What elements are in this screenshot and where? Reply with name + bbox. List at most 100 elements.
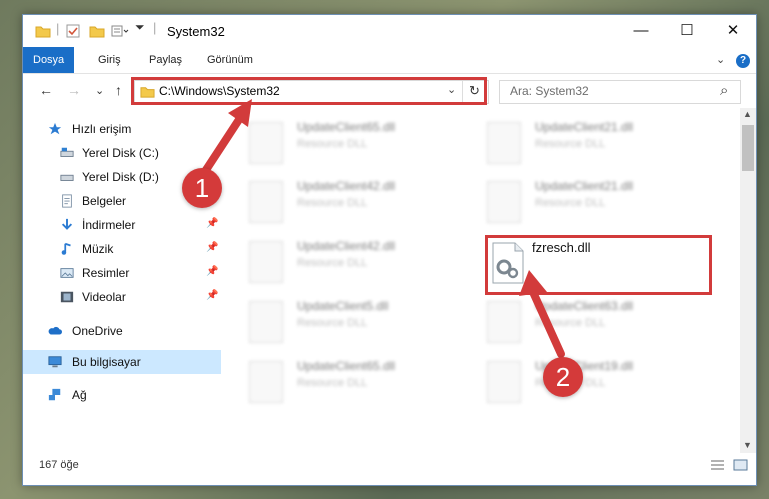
search-icon: ⌕: [720, 82, 729, 99]
cloud-icon: [48, 326, 62, 335]
up-button[interactable]: ↑: [115, 82, 122, 98]
pin-icon[interactable]: 📌: [206, 266, 218, 277]
dll-file-icon: [249, 361, 283, 403]
list-item[interactable]: UpdateClient21.dll Resource DLL: [481, 175, 701, 227]
file-name: UpdateClient21.dll: [535, 179, 634, 193]
file-type: Resource DLL: [535, 197, 606, 209]
network-icon: [48, 388, 61, 401]
close-button[interactable]: ✕: [710, 15, 756, 47]
sidebar-label: Müzik: [82, 242, 114, 256]
details-view-icon[interactable]: [710, 459, 725, 471]
callout-one: 1: [182, 168, 222, 208]
scroll-up-icon[interactable]: ▲: [743, 109, 752, 119]
search-placeholder: Ara: System32: [510, 84, 589, 98]
maximize-button[interactable]: ☐: [664, 15, 710, 47]
large-icons-view-icon[interactable]: [733, 459, 748, 471]
tab-share[interactable]: Paylaş: [147, 47, 184, 73]
pin-icon[interactable]: 📌: [206, 290, 218, 301]
music-icon: [61, 242, 71, 255]
sidebar-item-pictures[interactable]: Resimler 📌: [23, 261, 221, 285]
sidebar-label: Belgeler: [82, 194, 127, 208]
drive-icon: [60, 174, 74, 181]
file-name: UpdateClient65.dll: [297, 120, 396, 134]
list-item[interactable]: UpdateClient21.dll Resource DLL: [481, 116, 701, 168]
dll-file-icon: [249, 301, 283, 343]
scroll-down-icon[interactable]: ▼: [743, 440, 752, 450]
folder-icon: [35, 26, 51, 38]
sidebar-item-music[interactable]: Müzik 📌: [23, 237, 221, 261]
sidebar-item-videos[interactable]: Videolar 📌: [23, 285, 221, 309]
list-item[interactable]: UpdateClient42.dll Resource DLL: [243, 175, 463, 227]
minimize-button[interactable]: —: [618, 15, 664, 47]
sidebar-label: Hızlı erişim: [72, 122, 132, 136]
tab-view[interactable]: Görünüm: [205, 47, 255, 73]
ribbon-expand-icon[interactable]: ⌄: [716, 53, 725, 66]
search-box[interactable]: Ara: System32 ⌕: [499, 80, 741, 104]
sidebar-label: Bu bilgisayar: [72, 355, 141, 369]
file-name: UpdateClient5.dll: [297, 299, 389, 313]
download-icon: [61, 218, 73, 230]
file-name: UpdateClient42.dll: [297, 239, 396, 253]
file-type: Resource DLL: [297, 138, 368, 150]
title-bar: | ⏷ | System32 — ☐ ✕: [23, 15, 756, 47]
documents-icon: [62, 194, 72, 208]
qa-dropdown-icon[interactable]: ⏷: [135, 20, 145, 36]
list-item[interactable]: UpdateClient65.dll Resource DLL: [243, 355, 463, 407]
window-title: System32: [167, 24, 225, 39]
list-item[interactable]: UpdateClient5.dll Resource DLL: [243, 295, 463, 347]
dll-file-icon: [249, 241, 283, 283]
back-button[interactable]: ←: [39, 82, 53, 98]
file-type: Resource DLL: [297, 197, 368, 209]
sidebar-label: Ağ: [72, 388, 87, 402]
dll-file-icon: [249, 181, 283, 223]
vertical-scrollbar[interactable]: ▲ ▼: [740, 108, 756, 453]
sidebar-label: Videolar: [82, 290, 126, 304]
pin-icon[interactable]: 📌: [206, 218, 218, 229]
address-bar-highlight: [131, 77, 487, 105]
file-name: UpdateClient65.dll: [297, 359, 396, 373]
drive-icon: [60, 147, 74, 157]
sidebar-label: İndirmeler: [82, 218, 136, 232]
properties-icon[interactable]: [65, 23, 81, 39]
file-type: Resource DLL: [297, 257, 368, 269]
file-type: Resource DLL: [297, 377, 368, 389]
item-count: 167 öğe: [39, 459, 79, 471]
computer-icon: [48, 356, 62, 368]
sidebar-item-downloads[interactable]: İndirmeler 📌: [23, 213, 221, 237]
list-item[interactable]: UpdateClient19.dll Resource DLL: [481, 355, 701, 407]
arrow-icon: [519, 270, 565, 358]
star-icon: [48, 122, 62, 135]
dll-file-icon: [487, 181, 521, 223]
customize-icon[interactable]: [111, 23, 129, 39]
list-item[interactable]: UpdateClient63.dll Resource DLL: [481, 295, 701, 347]
separator: |: [153, 20, 157, 35]
sidebar-item-network[interactable]: Ağ: [23, 383, 221, 407]
sidebar-item-onedrive[interactable]: OneDrive: [23, 319, 221, 343]
recent-locations-button[interactable]: ⌄: [95, 84, 104, 97]
sidebar-label: Resimler: [82, 266, 130, 280]
sidebar-label: OneDrive: [72, 324, 123, 338]
video-icon: [60, 291, 74, 303]
file-type: Resource DLL: [535, 138, 606, 150]
file-name: UpdateClient21.dll: [535, 120, 634, 134]
separator: |: [56, 21, 60, 36]
ribbon-tabs: Dosya Giriş Paylaş Görünüm ⌄ ?: [23, 47, 756, 74]
pin-icon[interactable]: 📌: [206, 242, 218, 253]
sidebar-label: Yerel Disk (C:): [82, 146, 159, 160]
file-type: Resource DLL: [297, 317, 368, 329]
help-icon[interactable]: ?: [736, 54, 750, 68]
file-name: UpdateClient42.dll: [297, 179, 396, 193]
new-folder-icon[interactable]: [89, 23, 105, 39]
tab-home[interactable]: Giriş: [96, 47, 123, 73]
scrollbar-thumb[interactable]: [742, 125, 754, 171]
dll-file-icon: [487, 122, 521, 164]
list-item[interactable]: UpdateClient65.dll Resource DLL: [243, 116, 463, 168]
tab-file[interactable]: Dosya: [23, 47, 75, 73]
sidebar-item-this-pc[interactable]: Bu bilgisayar: [23, 350, 221, 374]
sidebar-label: Yerel Disk (D:): [82, 170, 159, 184]
callout-two: 2: [543, 357, 583, 397]
status-bar: 167 öğe: [23, 453, 756, 485]
list-item[interactable]: UpdateClient42.dll Resource DLL: [243, 235, 463, 287]
forward-button[interactable]: →: [67, 82, 81, 98]
pictures-icon: [60, 268, 74, 278]
